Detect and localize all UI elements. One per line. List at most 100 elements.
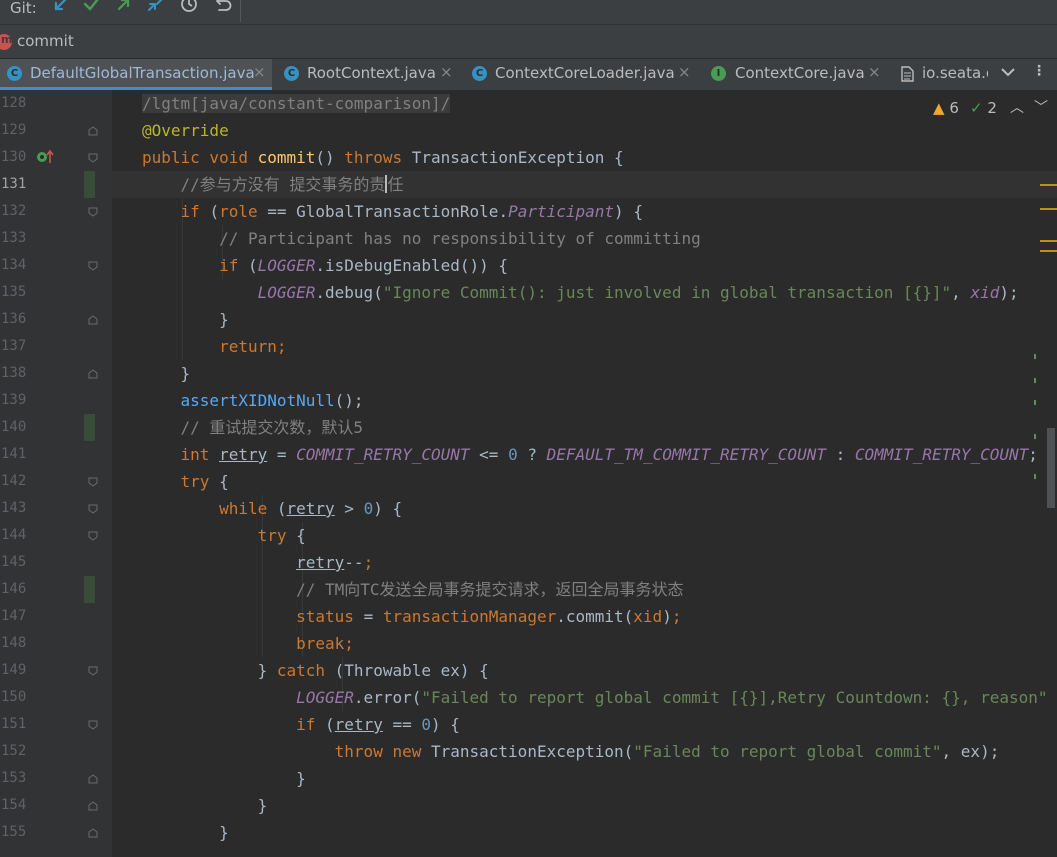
code-line[interactable]: if (LOGGER.isDebugEnabled()) { [142,252,508,279]
line-number[interactable]: 138 [0,360,37,387]
code-line[interactable]: } [142,819,229,846]
line-number[interactable]: 151 [0,711,37,738]
warnings-count[interactable]: ▲ 6 [933,99,959,117]
line-number[interactable]: 136 [0,306,37,333]
close-icon[interactable]: × [868,63,881,81]
line-number[interactable]: 143 [0,495,37,522]
line-number[interactable]: 147 [0,603,37,630]
vcs-change-marker[interactable] [84,414,95,441]
stripe-mark[interactable] [1034,354,1036,359]
code-line[interactable]: int retry = COMMIT_RETRY_COUNT <= 0 ? DE… [142,441,1038,468]
previous-highlight-icon[interactable]: ︿ [1010,97,1024,117]
more-tabs-icon[interactable]: ⋮ [1032,63,1046,79]
code-line[interactable]: LOGGER.error("Failed to report global co… [142,684,1047,711]
next-highlight-icon[interactable]: ﹀ [1034,97,1048,117]
line-number[interactable]: 134 [0,252,37,279]
tab-io-seata[interactable]: io.seata.c [892,59,992,90]
stripe-mark[interactable] [1034,434,1036,439]
code-line[interactable]: try { [142,522,306,549]
fold-collapse-icon[interactable] [88,720,98,730]
tab-default-global-transaction[interactable]: C DefaultGlobalTransaction.java × [0,59,272,90]
code-line[interactable]: // 重试提交次数，默认5 [142,414,364,441]
implements-method-icon[interactable] [36,149,56,165]
line-number[interactable]: 140 [0,414,37,441]
line-number[interactable]: 137 [0,333,37,360]
merge-icon[interactable] [145,0,167,20]
fold-end-icon[interactable] [88,369,98,379]
line-number[interactable]: 128 [0,90,37,117]
chevron-down-icon[interactable] [997,60,1019,86]
fold-collapse-icon[interactable] [88,666,98,676]
line-number[interactable]: 152 [0,738,37,765]
history-clock-icon[interactable] [178,0,200,20]
code-line[interactable]: @Override [142,117,229,144]
stripe-mark[interactable] [1040,240,1057,242]
commit-check-icon[interactable] [81,0,103,20]
code-line[interactable]: retry--; [142,549,373,576]
close-icon[interactable]: × [678,63,691,81]
line-number[interactable]: 144 [0,522,37,549]
code-line[interactable]: return; [142,333,286,360]
code-line[interactable]: // TM向TC发送全局事务提交请求，返回全局事务状态 [142,576,683,603]
line-number[interactable]: 146 [0,576,37,603]
line-number[interactable]: 154 [0,792,37,819]
close-icon[interactable]: × [440,63,453,81]
code-line[interactable]: if (role == GlobalTransactionRole.Partic… [142,198,643,225]
line-number[interactable]: 130 [0,144,37,171]
line-number[interactable]: 132 [0,198,37,225]
code-line[interactable]: while (retry > 0) { [142,495,402,522]
vcs-change-marker[interactable] [84,576,95,603]
line-number[interactable]: 153 [0,765,37,792]
rollback-icon[interactable] [211,0,233,20]
code-line[interactable]: } [142,792,268,819]
code-line[interactable]: // Participant has no responsibility of … [142,225,701,252]
line-number[interactable]: 129 [0,117,37,144]
tab-root-context[interactable]: C RootContext.java × [272,59,462,90]
fold-collapse-icon[interactable] [88,477,98,487]
stripe-mark[interactable] [1034,378,1036,383]
vcs-change-marker[interactable] [84,171,95,198]
stripe-mark[interactable] [1040,184,1057,186]
stripe-mark[interactable] [1040,208,1057,210]
update-project-icon[interactable] [50,0,72,20]
line-number[interactable]: 139 [0,387,37,414]
fold-end-icon[interactable] [88,774,98,784]
stripe-mark[interactable] [1034,400,1036,405]
code-line[interactable]: //参与方没有 提交事务的责任 [142,171,403,198]
vertical-scrollbar-thumb[interactable] [1047,428,1055,508]
line-number[interactable]: 133 [0,225,37,252]
line-number[interactable]: 145 [0,549,37,576]
push-arrow-icon[interactable] [113,0,135,20]
stripe-mark[interactable] [1040,250,1057,252]
code-line[interactable]: status = transactionManager.commit(xid); [142,603,681,630]
fold-end-icon[interactable] [88,801,98,811]
code-line[interactable]: throw new TransactionException("Failed t… [142,738,1000,765]
code-line[interactable]: } [142,306,229,333]
line-number[interactable]: 148 [0,630,37,657]
fold-collapse-icon[interactable] [88,504,98,514]
fold-end-icon[interactable] [88,315,98,325]
line-number[interactable]: 142 [0,468,37,495]
line-number[interactable]: 155 [0,819,37,846]
line-number[interactable]: 131 [0,171,37,198]
fold-collapse-icon[interactable] [88,207,98,217]
weak-warnings-count[interactable]: ✓ 2 [970,99,997,117]
line-number[interactable]: 141 [0,441,37,468]
code-line[interactable]: assertXIDNotNull(); [142,387,364,414]
line-number[interactable]: 150 [0,684,37,711]
code-line[interactable]: try { [142,468,229,495]
code-line[interactable]: } catch (Throwable ex) { [142,657,489,684]
stripe-mark[interactable] [1034,474,1036,479]
code-line[interactable]: /lgtm[java/constant-comparison]/ [142,90,451,117]
tab-context-core[interactable]: I ContextCore.java × [702,59,892,90]
tab-context-core-loader[interactable]: C ContextCoreLoader.java × [462,59,702,90]
fold-collapse-icon[interactable] [88,531,98,541]
close-icon[interactable]: × [253,63,266,81]
fold-end-icon[interactable] [88,828,98,838]
code-area[interactable]: /lgtm[java/constant-comparison]/ @Overrid… [112,90,1057,857]
code-line[interactable]: if (retry == 0) { [142,711,460,738]
fold-collapse-icon[interactable] [88,153,98,163]
fold-collapse-icon[interactable] [88,261,98,271]
code-editor[interactable]: 128 129 130 131 132 133 134 135 136 137 138 139 140 1… [0,90,1057,857]
code-line[interactable]: public void commit() throws TransactionE… [142,144,624,171]
